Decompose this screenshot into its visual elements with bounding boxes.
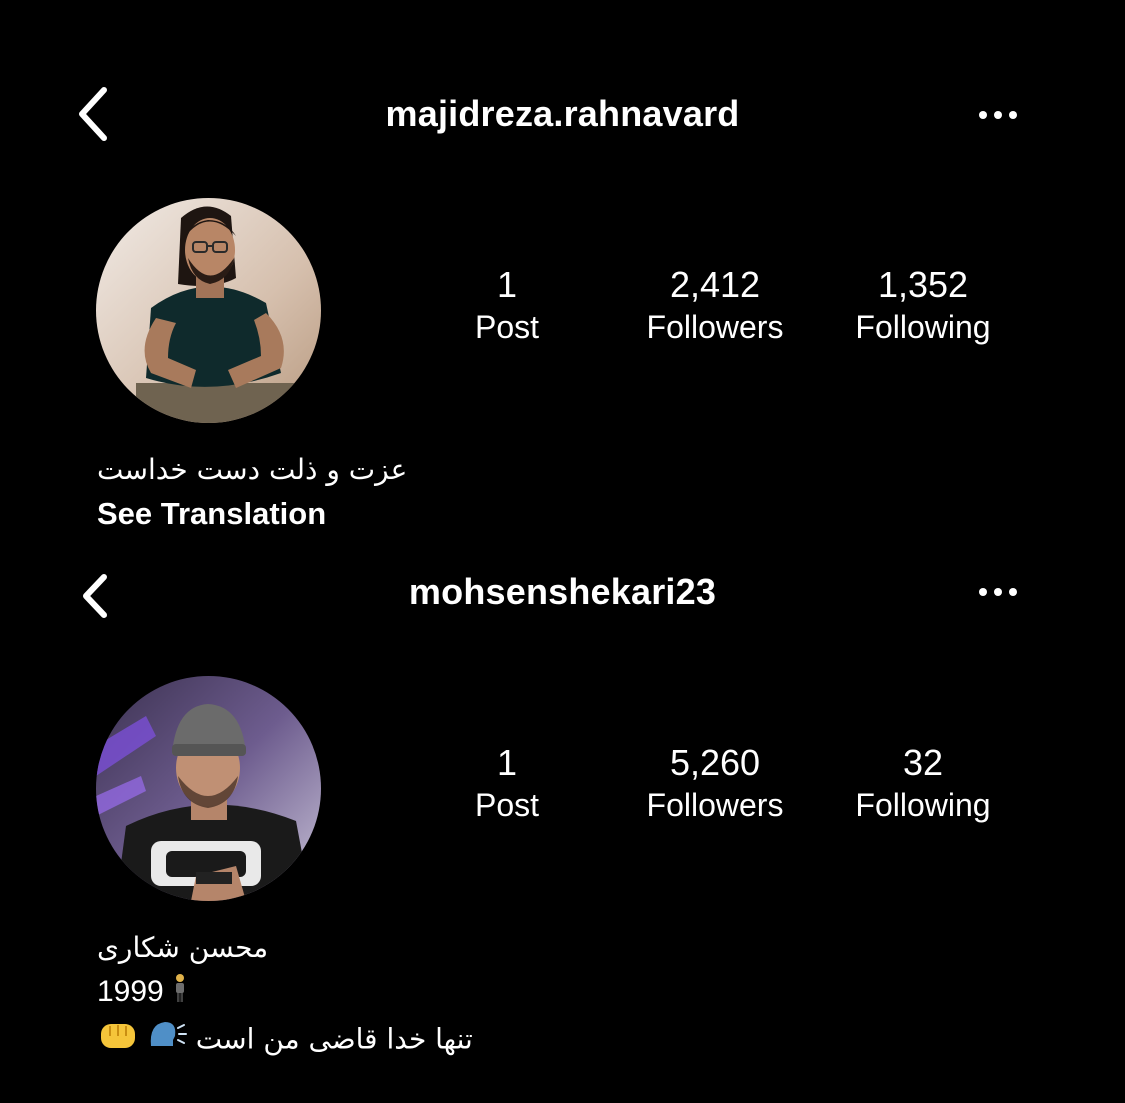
followers-value: 2,412 — [669, 264, 761, 305]
following-label: Following — [855, 309, 991, 345]
more-options-button[interactable] — [970, 100, 1026, 130]
following-label: Following — [855, 787, 991, 823]
followers-count[interactable]: 5,260 Followers — [615, 742, 815, 826]
profile-header-mohsenshekari: mohsenshekari23 1 Post 5,260 Followers 3… — [0, 560, 1125, 1103]
avatar-photo — [96, 198, 321, 423]
posts-label: Post — [474, 309, 540, 345]
ellipsis-icon — [979, 588, 1017, 596]
following-count[interactable]: 1,352 Following — [823, 264, 1023, 348]
avatar-photo — [96, 676, 321, 901]
bio-text: عزت و ذلت دست خداست — [97, 453, 408, 486]
posts-label: Post — [474, 787, 540, 823]
profile-username: majidreza.rahnavard — [385, 93, 740, 134]
posts-count[interactable]: 1 Post — [407, 742, 607, 826]
profile-header-majidreza: majidreza.rahnavard 1 Post 2,412 Followe… — [0, 0, 1125, 560]
bio-quote: تنها خدا قاضی من است — [195, 1022, 473, 1056]
bio-quote-line: تنها خدا قاضی من است — [97, 1018, 473, 1063]
see-translation-link[interactable]: See Translation — [97, 494, 326, 534]
bio-year-line: 1999 — [97, 972, 188, 1014]
following-count[interactable]: 32 Following — [823, 742, 1023, 826]
bio-name-line: محسن شکاری — [97, 931, 269, 964]
profile-avatar[interactable] — [96, 676, 321, 901]
posts-value: 1 — [496, 742, 518, 783]
posts-count[interactable]: 1 Post — [407, 264, 607, 348]
following-value: 32 — [902, 742, 944, 783]
bio-year: 1999 — [97, 975, 164, 1008]
more-options-button[interactable] — [970, 577, 1026, 607]
followers-count[interactable]: 2,412 Followers — [615, 264, 815, 348]
following-value: 1,352 — [877, 264, 969, 305]
followers-label: Followers — [646, 309, 784, 345]
profile-username: mohsenshekari23 — [408, 571, 717, 612]
man-standing-emoji — [172, 973, 188, 1014]
followers-value: 5,260 — [669, 742, 761, 783]
ellipsis-icon — [979, 111, 1017, 119]
fist-emoji — [97, 1018, 139, 1063]
profile-avatar[interactable] — [96, 198, 321, 423]
posts-value: 1 — [496, 264, 518, 305]
followers-label: Followers — [646, 787, 784, 823]
speaking-head-emoji — [147, 1018, 188, 1063]
